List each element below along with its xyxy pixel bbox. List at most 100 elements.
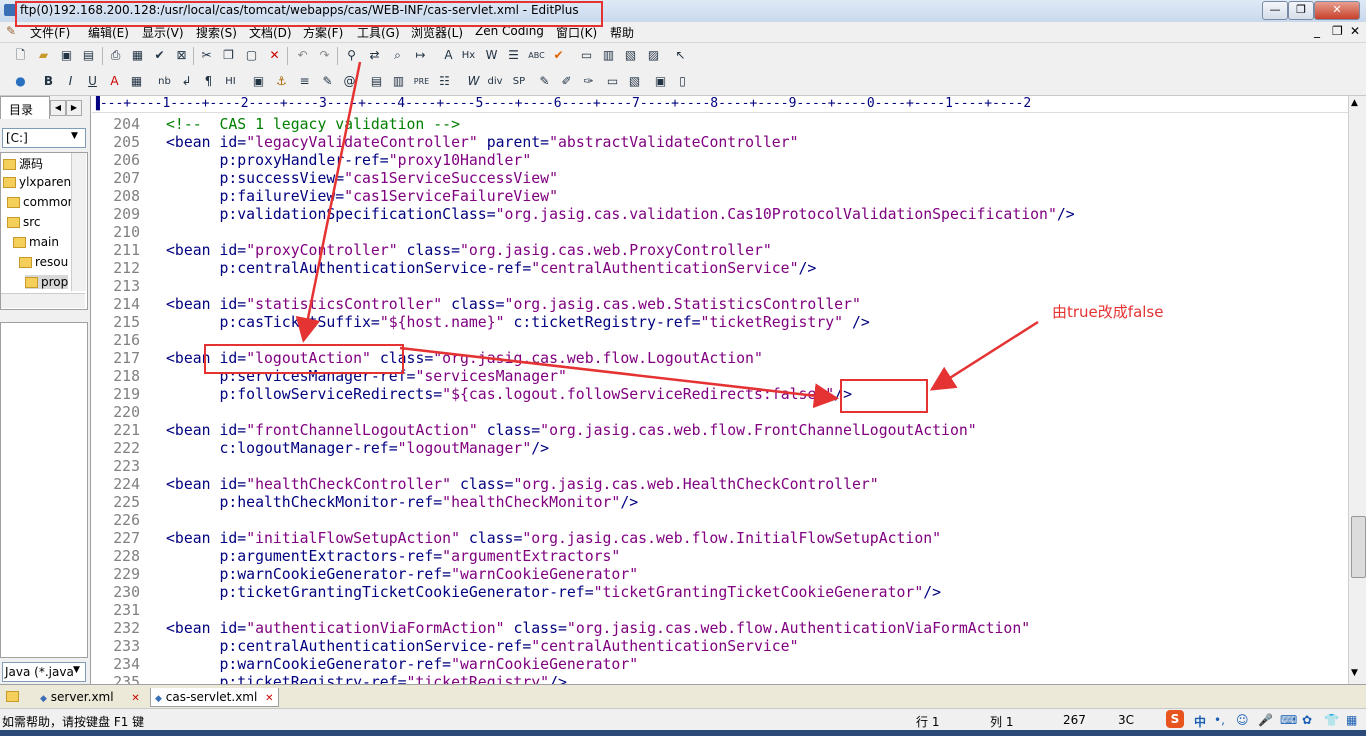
cascade-icon[interactable]: ▧ [622,47,639,64]
copy-icon[interactable]: ❐ [220,47,237,64]
tab-scroll-left[interactable]: ◀ [50,100,66,116]
print-preview-icon[interactable]: ▦ [129,47,146,64]
code-line[interactable]: 230 p:ticketGrantingTicketCookieGenerato… [92,584,941,602]
code-line[interactable]: 204 <!-- CAS 1 legacy validation --> [92,116,460,134]
mdi-restore-button[interactable]: ❐ [1332,24,1343,38]
hr-icon[interactable]: HI [222,73,239,90]
check-icon[interactable]: ⊠ [173,47,190,64]
line-icon[interactable]: ≡ [296,73,313,90]
tree-item-source[interactable]: 源码 [3,155,43,172]
code-line[interactable]: 220 [92,404,166,422]
bold-icon[interactable]: B [40,73,57,90]
code-line[interactable]: 232 <bean id="authenticationViaFormAction… [92,620,1030,638]
code-line[interactable]: 212 p:centralAuthenticationService-ref="… [92,260,816,278]
maximize-button[interactable]: ❐ [1288,1,1314,20]
code-line[interactable]: 235 p:ticketRegistry-ref="ticketRegistry… [92,674,567,684]
scroll-up-icon[interactable]: ▲ [1351,98,1358,108]
code-line[interactable]: 234 p:warnCookieGenerator-ref="warnCooki… [92,656,638,674]
ime-grid-icon[interactable]: ▦ [1346,713,1357,727]
code-line[interactable]: 216 [92,332,166,350]
mdi-minimize-button[interactable]: _ [1314,24,1320,38]
context-help-icon[interactable]: ↖ [672,47,689,64]
at-icon[interactable]: @ [341,73,358,90]
code-line[interactable]: 205 <bean id="legacyValidateController" p… [92,134,798,152]
paste-icon[interactable]: ▢ [243,47,260,64]
paragraph-icon[interactable]: ¶ [200,73,217,90]
code-line[interactable]: 214 <bean id="statisticsController" class… [92,296,861,314]
validate-icon[interactable]: ▣ [652,73,669,90]
code-line[interactable]: 227 <bean id="initialFlowSetupAction" cla… [92,530,941,548]
pre-icon[interactable]: PRE [413,73,430,90]
redo-icon[interactable]: ↷ [316,47,333,64]
form-icon[interactable]: ▥ [390,73,407,90]
cut-icon[interactable]: ✂ [198,47,215,64]
code-line[interactable]: 217 <bean id="logoutAction" class="org.ja… [92,350,763,368]
browser-preview-icon[interactable]: ▨ [645,47,662,64]
replace-icon[interactable]: ⇄ [366,47,383,64]
tree-item-common[interactable]: common [7,195,75,209]
nbsp-icon[interactable]: nb [156,73,173,90]
code-line[interactable]: 223 [92,458,166,476]
code-line[interactable]: 213 [92,278,166,296]
tile-icon[interactable]: ▥ [600,47,617,64]
code-line[interactable]: 233 p:centralAuthenticationService-ref="… [92,638,798,656]
tab-scroll-right[interactable]: ▶ [66,100,82,116]
split-icon[interactable]: ▧ [626,73,643,90]
code-line[interactable]: 222 c:logoutManager-ref="logoutManager"/… [92,440,549,458]
preview-icon[interactable]: ▭ [604,73,621,90]
tree-item-prop[interactable]: prop [25,275,69,289]
panel-icon[interactable]: ▯ [674,73,691,90]
list-icon[interactable]: ☷ [436,73,453,90]
italic-icon[interactable]: I [62,73,79,90]
scroll-down-icon[interactable]: ▼ [1351,668,1358,678]
code-line[interactable]: 224 <bean id="healthCheckController" clas… [92,476,878,494]
save-all-icon[interactable]: ▤ [80,47,97,64]
anchor-icon[interactable]: ⚓ [273,73,290,90]
font-icon[interactable]: A [440,47,457,64]
menu-help[interactable]: 帮助 [610,24,634,41]
code-line[interactable]: 206 p:proxyHandler-ref="proxy10Handler" [92,152,531,170]
goto-icon[interactable]: ↦ [412,47,429,64]
code-line[interactable]: 207 p:successView="cas1ServiceSuccessVie… [92,170,558,188]
scroll-thumb[interactable] [1351,516,1366,578]
open-folder-icon[interactable]: ▰ [35,47,52,64]
drive-select[interactable]: [C:] ▼ [2,128,86,148]
ime-skin-icon[interactable]: ✿ [1302,713,1312,727]
print-icon[interactable]: ⎙ [107,47,124,64]
div-icon[interactable]: div [484,73,506,90]
table-icon[interactable]: ▤ [368,73,385,90]
code-line[interactable]: 225 p:healthCheckMonitor-ref="healthChec… [92,494,638,512]
mdi-close-button[interactable]: ✕ [1350,24,1360,38]
code-line[interactable]: 211 <bean id="proxyController" class="org… [92,242,772,260]
save-icon[interactable]: ▣ [58,47,75,64]
code-line[interactable]: 226 [92,512,166,530]
code-line[interactable]: 215 p:casTicketSuffix="${host.name}" c:t… [92,314,870,332]
tree-vscroll[interactable] [71,153,86,291]
tree-hscroll[interactable] [1,293,85,308]
ime-keyboard-icon[interactable]: ⌨ [1280,713,1297,727]
edit-icon[interactable]: ✐ [558,73,575,90]
word-icon[interactable]: W [465,73,482,90]
underline-icon[interactable]: U [84,73,101,90]
image-icon[interactable]: ▣ [250,73,267,90]
ime-language[interactable]: 中 [1194,713,1206,730]
tree-item-main[interactable]: main [13,235,59,249]
editor-vscroll[interactable]: ▲ ▼ [1348,96,1366,684]
indent-icon[interactable]: ☰ [505,47,522,64]
code-line[interactable]: 209 p:validationSpecificationClass="org.… [92,206,1074,224]
pen-tool-icon[interactable]: ✎ [319,73,336,90]
code-editor[interactable]: 204 <!-- CAS 1 legacy validation --> 205 <b… [92,114,1348,684]
word-wrap-icon[interactable]: W [483,47,500,64]
code-line[interactable]: 228 p:argumentExtractors-ref="argumentEx… [92,548,620,566]
undo-icon[interactable]: ↶ [294,47,311,64]
style-icon[interactable]: ✑ [580,73,597,90]
tab-server-xml[interactable]: ◆ server.xml ✕ [40,688,140,706]
abc-icon[interactable]: ABC [528,47,545,64]
br-icon[interactable]: ↲ [178,73,195,90]
tree-item-ylxparent[interactable]: ylxparent [3,175,76,189]
checkmark-icon[interactable]: ✔ [550,47,567,64]
tab-cas-servlet-xml[interactable]: ◆ cas-servlet.xml ✕ [150,688,279,707]
span-icon[interactable]: SP [508,73,530,90]
script-icon[interactable]: ✎ [536,73,553,90]
font-color-icon[interactable]: A [106,73,123,90]
